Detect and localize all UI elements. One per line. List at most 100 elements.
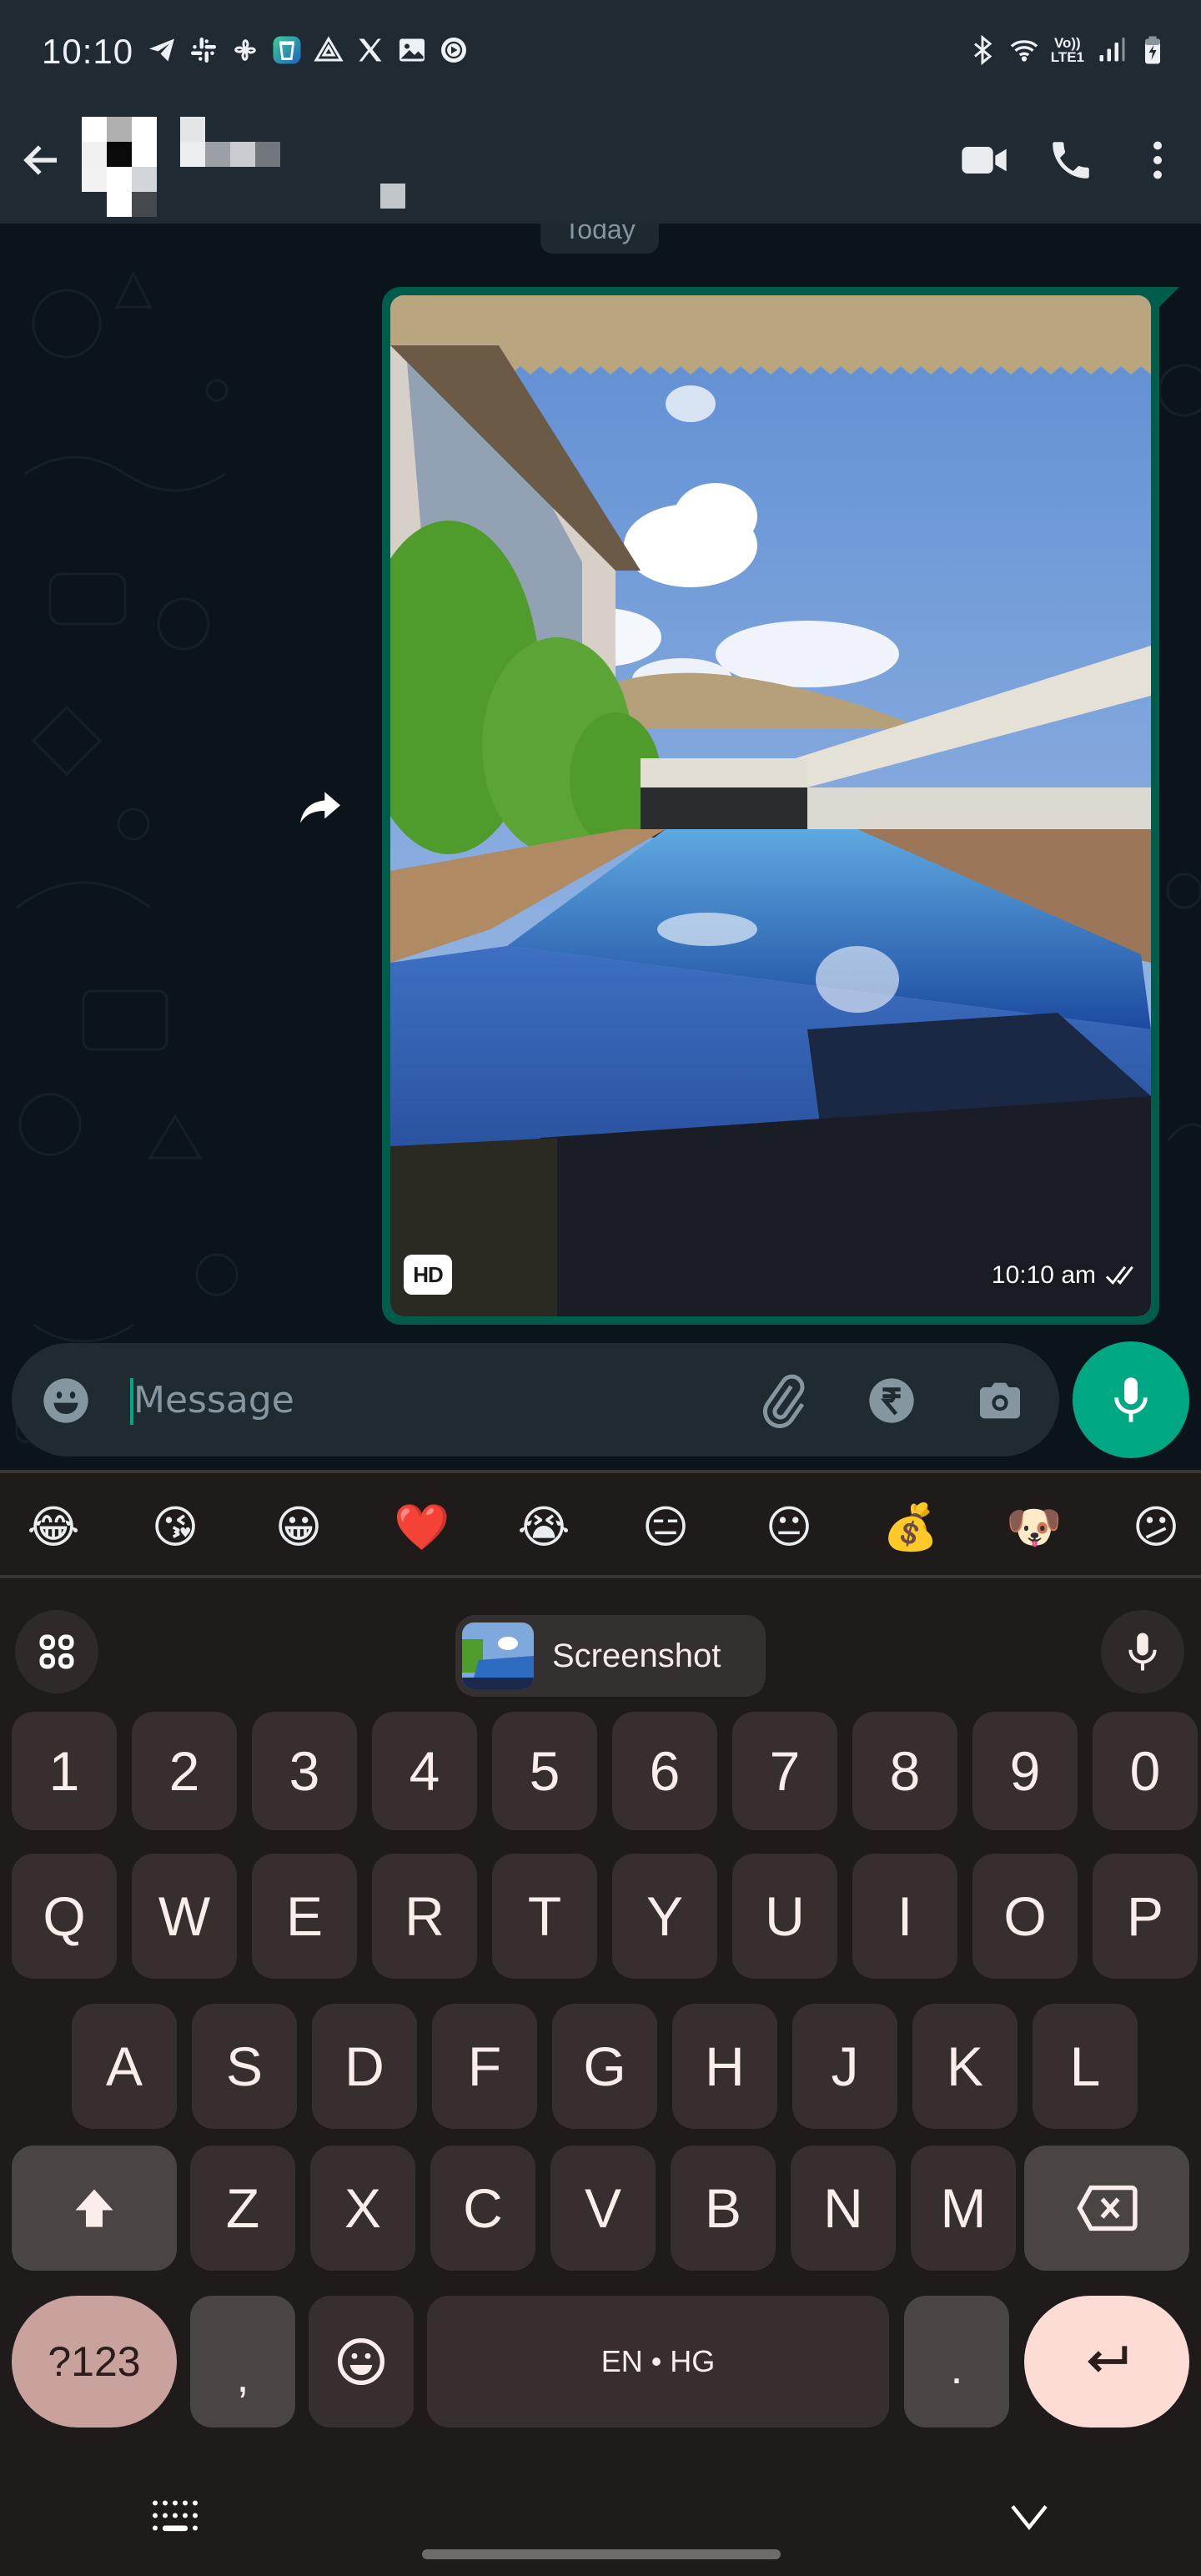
chevron-down-icon	[1011, 2505, 1048, 2531]
attach-button[interactable]	[754, 1371, 812, 1430]
forward-arrow-icon	[300, 792, 340, 823]
notification-icons	[147, 33, 469, 67]
key-y[interactable]: Y	[612, 1854, 717, 1979]
payment-button[interactable]	[862, 1371, 921, 1430]
key-e[interactable]: E	[252, 1854, 357, 1979]
key-s[interactable]: S	[192, 2004, 297, 2129]
key-v[interactable]: V	[550, 2146, 656, 2271]
emoji-suggestion[interactable]: 😂	[20, 1498, 87, 1557]
emoji-suggestion[interactable]: 😘	[142, 1498, 209, 1557]
key-q[interactable]: Q	[12, 1854, 117, 1979]
key-6[interactable]: 6	[612, 1712, 717, 1830]
more-options-button[interactable]	[1131, 133, 1184, 187]
message-photo[interactable]	[390, 295, 1151, 1316]
keyboard-switcher-button[interactable]	[150, 2498, 205, 2540]
pool-photo	[390, 295, 1151, 1316]
key-j[interactable]: J	[792, 2004, 897, 2129]
emoji-suggestion[interactable]: ❤️	[389, 1498, 455, 1557]
app-cup-icon	[272, 33, 302, 67]
key-l[interactable]: L	[1033, 2004, 1138, 2129]
emoji-suggestion[interactable]: 😀	[265, 1498, 332, 1557]
forward-button[interactable]	[287, 774, 354, 841]
contact-status	[380, 184, 405, 209]
slack-icon	[188, 33, 219, 67]
key-0[interactable]: 0	[1093, 1712, 1198, 1830]
voice-call-button[interactable]	[1044, 133, 1098, 187]
home-indicator[interactable]	[422, 2549, 781, 2559]
enter-key[interactable]	[1024, 2296, 1189, 2428]
key-w[interactable]: W	[132, 1854, 237, 1979]
chat-area[interactable]: Today HD 10:10 am	[0, 224, 1201, 1475]
emoji-button[interactable]	[37, 1371, 95, 1430]
key-i[interactable]: I	[852, 1854, 957, 1979]
battery-charging-icon	[1138, 33, 1168, 67]
key-z[interactable]: Z	[190, 2146, 295, 2271]
emoji-suggestion[interactable]: 😑	[632, 1498, 699, 1557]
hide-keyboard-button[interactable]	[1004, 2496, 1054, 2542]
screenshot-suggestion-chip[interactable]: Screenshot	[455, 1615, 766, 1697]
key-b[interactable]: B	[671, 2146, 776, 2271]
phone-icon	[1053, 142, 1089, 179]
message-time: 10:10 am	[991, 1261, 1096, 1289]
key-f[interactable]: F	[432, 2004, 537, 2129]
key-g[interactable]: G	[552, 2004, 657, 2129]
emoji-suggestion[interactable]: 😐	[756, 1498, 822, 1557]
contact-avatar[interactable]	[82, 117, 157, 217]
back-button[interactable]	[15, 133, 68, 187]
key-t[interactable]: T	[492, 1854, 597, 1979]
key-4[interactable]: 4	[372, 1712, 477, 1830]
signal-icon	[1096, 33, 1126, 67]
key-m[interactable]: M	[911, 2146, 1016, 2271]
key-r[interactable]: R	[372, 1854, 477, 1979]
date-chip: Today	[540, 224, 659, 254]
key-o[interactable]: O	[972, 1854, 1078, 1979]
key-x[interactable]: X	[310, 2146, 415, 2271]
period-key[interactable]: .	[904, 2296, 1009, 2428]
key-a[interactable]: A	[72, 2004, 177, 2129]
shift-key[interactable]	[12, 2146, 177, 2271]
emoji-suggestion-bar: 😂 😘 😀 ❤️ 😭 😑 😐 💰 🐶 😕	[0, 1470, 1201, 1578]
arrow-left-icon	[23, 145, 57, 175]
key-k[interactable]: K	[912, 2004, 1018, 2129]
comma-key[interactable]: ,	[190, 2296, 295, 2428]
emoji-key[interactable]	[309, 2296, 414, 2428]
key-7[interactable]: 7	[732, 1712, 837, 1830]
video-camera-icon	[962, 147, 1007, 174]
key-u[interactable]: U	[732, 1854, 837, 1979]
keyboard-toolbar: Screenshot	[0, 1582, 1201, 1697]
video-call-button[interactable]	[957, 133, 1011, 187]
key-8[interactable]: 8	[852, 1712, 957, 1830]
camera-icon	[980, 1382, 1020, 1419]
message-input[interactable]	[133, 1373, 717, 1426]
emoji-suggestion[interactable]: 🐶	[1001, 1498, 1068, 1557]
voice-message-button[interactable]	[1073, 1341, 1189, 1458]
key-5[interactable]: 5	[492, 1712, 597, 1830]
camera-button[interactable]	[971, 1371, 1029, 1430]
emoji-suggestion[interactable]: 😕	[1123, 1498, 1189, 1557]
key-h[interactable]: H	[672, 2004, 777, 2129]
voice-input-button[interactable]	[1101, 1610, 1184, 1693]
key-d[interactable]: D	[312, 2004, 417, 2129]
symbols-key[interactable]: ?123	[12, 2296, 177, 2428]
key-p[interactable]: P	[1093, 1854, 1198, 1979]
key-n[interactable]: N	[791, 2146, 896, 2271]
suggestion-label: Screenshot	[552, 1637, 721, 1674]
message-meta: 10:10 am	[992, 1261, 1141, 1290]
double-check-icon	[1105, 1265, 1133, 1285]
more-vert-icon	[1153, 141, 1162, 179]
key-2[interactable]: 2	[132, 1712, 237, 1830]
emoji-suggestion[interactable]: 💰	[877, 1498, 944, 1557]
contact-name[interactable]	[180, 117, 280, 167]
backspace-key[interactable]	[1024, 2146, 1189, 2271]
key-c[interactable]: C	[430, 2146, 535, 2271]
drive-icon	[314, 33, 344, 67]
key-9[interactable]: 9	[972, 1712, 1078, 1830]
key-3[interactable]: 3	[252, 1712, 357, 1830]
key-1[interactable]: 1	[12, 1712, 117, 1830]
message-composer	[12, 1343, 1059, 1457]
keyboard-apps-button[interactable]	[15, 1610, 98, 1693]
outgoing-image-message[interactable]: HD 10:10 am	[382, 287, 1159, 1325]
space-key[interactable]: EN • HG	[427, 2296, 889, 2428]
status-bar: 10:10 Vo)) LTE1	[0, 0, 1201, 108]
emoji-suggestion[interactable]: 😭	[510, 1498, 577, 1557]
